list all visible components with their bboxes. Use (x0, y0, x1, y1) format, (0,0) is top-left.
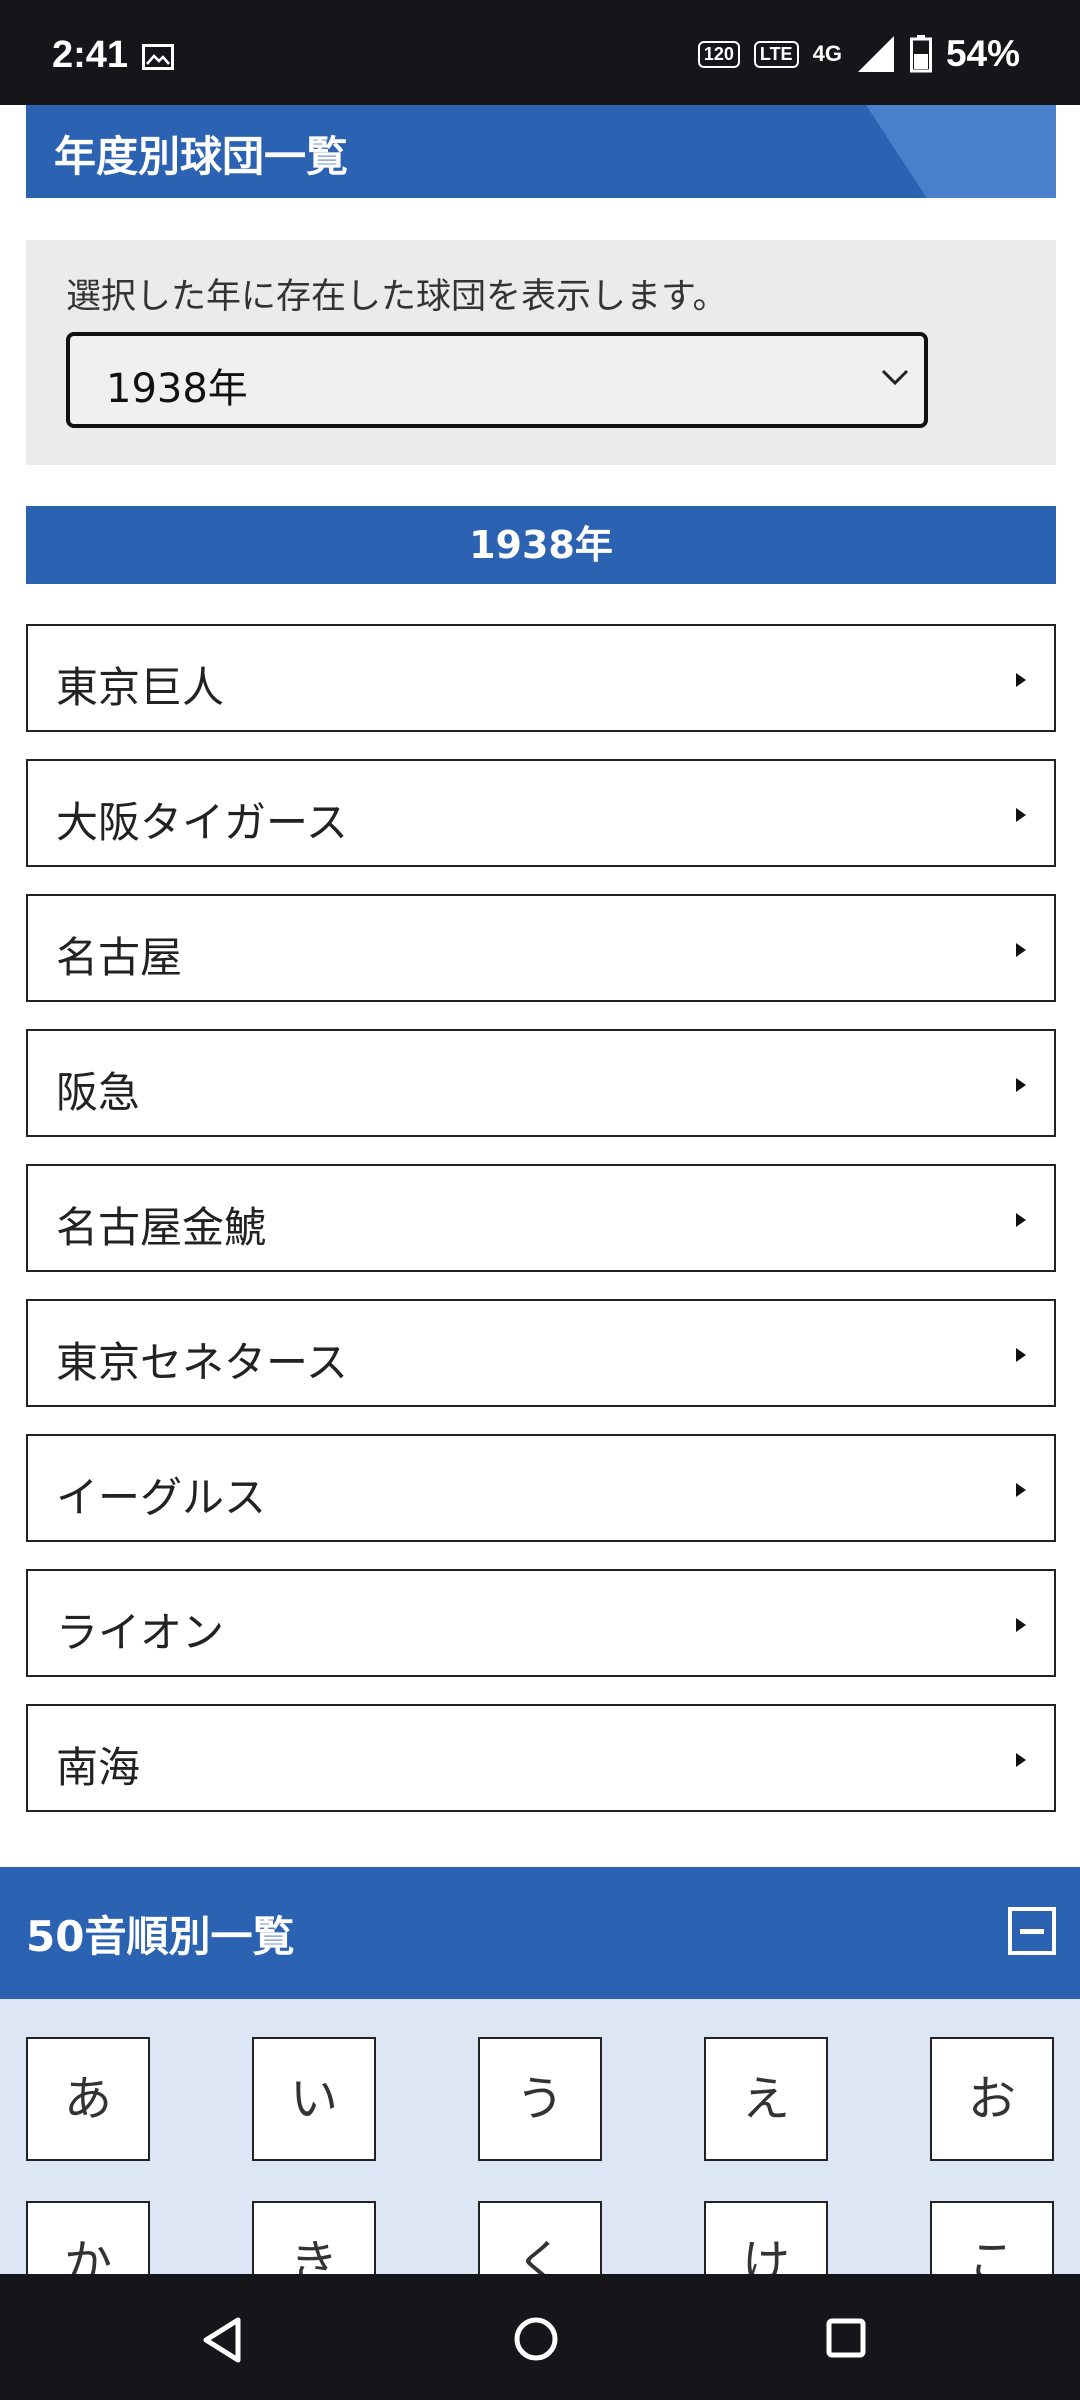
arrow-right-icon (1016, 1213, 1026, 1227)
page-banner: 年度別球団一覧 (26, 105, 1056, 198)
kana-button-ka[interactable]: か (26, 2201, 150, 2274)
chevron-down-icon (881, 369, 909, 386)
team-item[interactable]: ライオン (26, 1569, 1056, 1677)
team-name: 名古屋 (56, 933, 183, 982)
team-item[interactable]: 大阪タイガース (26, 759, 1056, 867)
year-heading: 1938年 (26, 506, 1056, 584)
kana-button-ke[interactable]: け (704, 2201, 828, 2274)
team-name: イーグルス (56, 1473, 267, 1522)
year-select[interactable]: 1938年 (66, 332, 928, 428)
arrow-right-icon (1016, 673, 1026, 687)
team-name: 南海 (56, 1743, 141, 1792)
team-item[interactable]: 名古屋金鯱 (26, 1164, 1056, 1272)
collapse-button[interactable] (1008, 1907, 1056, 1955)
team-item[interactable]: 阪急 (26, 1029, 1056, 1137)
page-title: 年度別球団一覧 (54, 132, 349, 181)
status-bar: 2:41 120 LTE 4G 54% (0, 0, 1080, 105)
team-item[interactable]: 東京セネタース (26, 1299, 1056, 1407)
navigation-bar (0, 2274, 1080, 2400)
team-item[interactable]: 名古屋 (26, 894, 1056, 1002)
4g-icon: 4G (812, 41, 842, 66)
minus-icon (1020, 1929, 1044, 1934)
status-time: 2:41 (52, 34, 129, 76)
kana-section-title: 50音順別一覧 (26, 1912, 295, 1961)
back-icon[interactable] (200, 2316, 244, 2364)
status-icons: 120 LTE 4G 54% (697, 30, 1020, 78)
kana-button-ki[interactable]: き (252, 2201, 376, 2274)
banner-accent (866, 105, 1056, 198)
arrow-right-icon (1016, 1618, 1026, 1632)
team-name: ライオン (56, 1608, 225, 1657)
kana-grid: あ い う え お か き く け こ (0, 1999, 1080, 2274)
arrow-right-icon (1016, 1483, 1026, 1497)
year-selector-box: 選択した年に存在した球団を表示します。 1938年 (26, 240, 1056, 465)
team-name: 東京巨人 (56, 663, 225, 712)
team-name: 大阪タイガース (56, 798, 348, 847)
arrow-right-icon (1016, 1348, 1026, 1362)
kana-button-ko[interactable]: こ (930, 2201, 1054, 2274)
team-name: 名古屋金鯱 (56, 1203, 267, 1252)
team-name: 東京セネタース (56, 1338, 348, 1387)
team-list: 東京巨人 大阪タイガース 名古屋 阪急 名古屋金鯱 東京セネタース イーグルス … (26, 624, 1056, 1839)
year-select-value: 1938年 (106, 366, 248, 412)
kana-button-u[interactable]: う (478, 2037, 602, 2161)
120hz-icon: 120 (697, 40, 740, 68)
arrow-right-icon (1016, 943, 1026, 957)
arrow-right-icon (1016, 1078, 1026, 1092)
kana-section-header: 50音順別一覧 (0, 1867, 1080, 1999)
team-item[interactable]: 南海 (26, 1704, 1056, 1812)
kana-button-ku[interactable]: く (478, 2201, 602, 2274)
kana-button-i[interactable]: い (252, 2037, 376, 2161)
battery-icon (909, 35, 932, 73)
selector-description: 選択した年に存在した球団を表示します。 (66, 277, 728, 317)
kana-button-a[interactable]: あ (26, 2037, 150, 2161)
home-icon[interactable] (513, 2316, 559, 2362)
team-item[interactable]: イーグルス (26, 1434, 1056, 1542)
gallery-icon (142, 44, 174, 70)
team-item[interactable]: 東京巨人 (26, 624, 1056, 732)
signal-icon (857, 36, 894, 72)
arrow-right-icon (1016, 808, 1026, 822)
kana-button-o[interactable]: お (930, 2037, 1054, 2161)
team-name: 阪急 (56, 1068, 141, 1117)
arrow-right-icon (1016, 1753, 1026, 1767)
battery-percent: 54% (945, 33, 1020, 74)
kana-button-e[interactable]: え (704, 2037, 828, 2161)
recents-icon[interactable] (826, 2318, 866, 2358)
volte-icon: LTE (753, 40, 799, 68)
